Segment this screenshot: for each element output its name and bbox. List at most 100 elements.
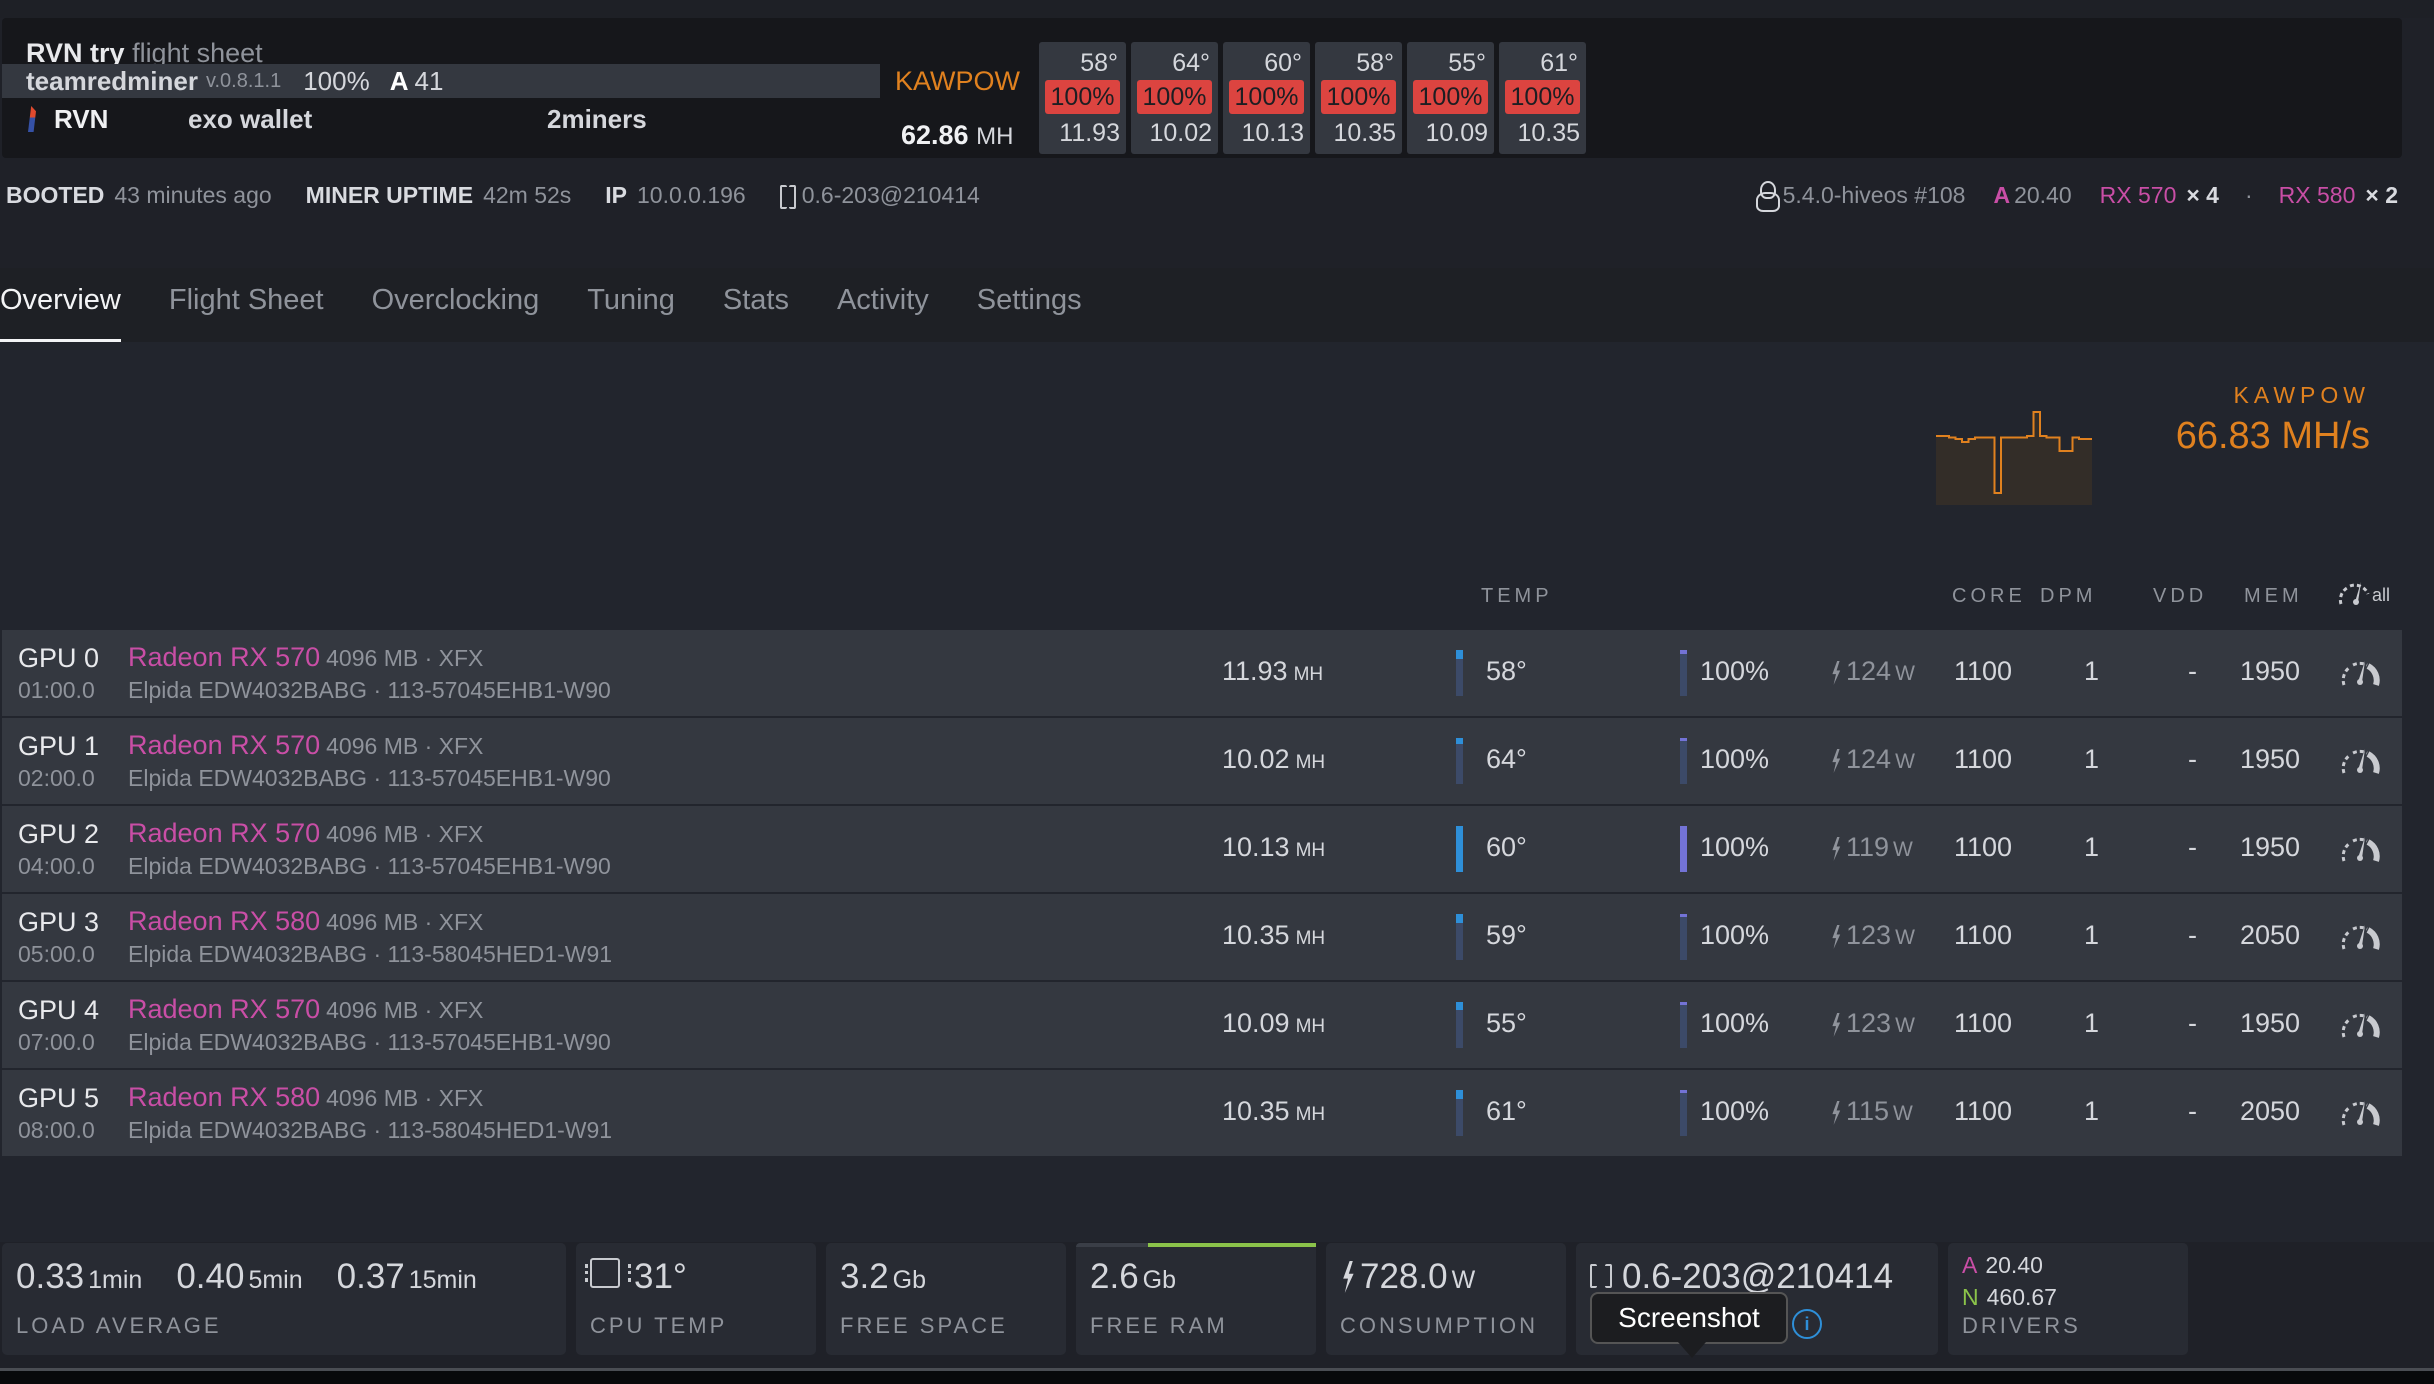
- gpu-summary-card[interactable]: 64° 100% 10.02: [1131, 42, 1218, 154]
- tab-stats[interactable]: Stats: [723, 268, 789, 342]
- algo-label: KAWPOW: [895, 66, 1020, 96]
- hashrate-total: 66.83 MH/s: [2175, 415, 2370, 457]
- temp-level-fill: [1456, 650, 1463, 660]
- tab-settings[interactable]: Settings: [977, 268, 1082, 342]
- power-icon: [1832, 924, 1841, 949]
- temp-level-bar: [1456, 826, 1463, 872]
- gpu-memory-info: Elpida EDW4032BABG · 113-57045EHB1-W90: [128, 677, 611, 703]
- gpu-mem-clock: 2050: [2240, 920, 2301, 950]
- gpu-row[interactable]: GPU 4 07:00.0 Radeon RX 570 4096 MB · XFX…: [2, 982, 2402, 1068]
- tab-tuning[interactable]: Tuning: [587, 268, 675, 342]
- pool-name: 2miners: [547, 103, 647, 134]
- hashrate-sparkline[interactable]: [1936, 405, 2092, 505]
- gpu-core-clock: 1100: [1954, 744, 2013, 774]
- gpu-mem-clock: 1950: [2240, 832, 2301, 862]
- tab-flight-sheet[interactable]: Flight Sheet: [169, 268, 324, 342]
- gpu-row[interactable]: GPU 2 04:00.0 Radeon RX 570 4096 MB · XFX…: [2, 806, 2402, 892]
- gpu-hashrate: 11.93 MH: [1222, 656, 1323, 687]
- speedometer-icon[interactable]: [2340, 746, 2380, 774]
- speedometer-icon[interactable]: [2340, 922, 2380, 950]
- gpu-model: Radeon RX 570 4096 MB · XFX: [128, 730, 483, 761]
- gpu-summary-card[interactable]: 61° 100% 10.35: [1499, 42, 1586, 154]
- tab-activity[interactable]: Activity: [837, 268, 929, 342]
- cpu-temp-label: CPU TEMP: [590, 1313, 728, 1338]
- kernel-version: 5.4.0-hiveos #108: [1782, 181, 1966, 208]
- gpu-details: 4096 MB · XFX: [326, 909, 484, 935]
- amd-driver-version: 20.40: [2014, 181, 2072, 208]
- gpu-row[interactable]: GPU 1 02:00.0 Radeon RX 570 4096 MB · XFX…: [2, 718, 2402, 804]
- gpu-power-unit: W: [1895, 662, 1915, 685]
- gpu-summary-temp: 61°: [1540, 49, 1578, 77]
- gpu-model-name: Radeon RX 580: [128, 1082, 321, 1112]
- gpu-details: 4096 MB · XFX: [326, 997, 484, 1023]
- gpu-summary-hash: 10.35: [1517, 119, 1580, 147]
- gpu-model: Radeon RX 570 4096 MB · XFX: [128, 642, 483, 673]
- power-icon: [1832, 1100, 1841, 1125]
- load-1min: 0.33: [16, 1257, 85, 1296]
- tab-overclocking[interactable]: Overclocking: [372, 268, 540, 342]
- temp-level-bar: [1456, 1002, 1463, 1048]
- free-ram-card: 2.6 Gb FREE RAM: [1076, 1243, 1316, 1355]
- gpu-power-value: 124: [1846, 744, 1892, 774]
- load-15min-unit: 15min: [408, 1266, 477, 1294]
- power-icon: [1343, 1261, 1354, 1293]
- gpu-model-name: Radeon RX 580: [128, 906, 321, 936]
- gpu-hashrate-unit: MH: [1293, 664, 1324, 685]
- gpu-vdd: -: [2188, 744, 2197, 774]
- gpu-core-clock: 1100: [1954, 832, 2013, 862]
- gpu-dpm: 1: [2084, 656, 2100, 686]
- ip-value[interactable]: 10.0.0.196: [637, 182, 746, 209]
- nvidia-label: N: [1962, 1284, 1979, 1310]
- rig-header-card: RVN try flight sheet teamredminer v.0.8.…: [2, 18, 2402, 158]
- tab-overview[interactable]: Overview: [0, 268, 121, 342]
- cpu-temp-card: 31° CPU TEMP: [576, 1243, 816, 1355]
- gpu-summary-card[interactable]: 58° 100% 10.35: [1315, 42, 1402, 154]
- accepted-shares: 41: [414, 65, 444, 96]
- separator-dot: ·: [2244, 181, 2253, 208]
- gpu-hashrate: 10.35 MH: [1222, 920, 1325, 951]
- ram-usage-bar: [1076, 1243, 1316, 1247]
- amd-driver-label: A: [1993, 181, 2011, 208]
- col-mem: MEM: [2244, 585, 2303, 607]
- consumption-card: 728.0 W CONSUMPTION: [1326, 1243, 1566, 1355]
- fan-level-bar: [1680, 1002, 1687, 1048]
- gpu-index: GPU 0: [18, 643, 100, 673]
- speedometer-icon[interactable]: [2340, 1010, 2380, 1038]
- drivers-card: A 20.40 N 460.67 DRIVERS: [1948, 1243, 2188, 1355]
- gpu-summary-card[interactable]: 55° 100% 10.09: [1407, 42, 1494, 154]
- gpu-summary-card[interactable]: 60° 100% 10.13: [1223, 42, 1310, 154]
- consumption-value: 728.0: [1360, 1257, 1448, 1296]
- col-vdd: VDD: [2153, 585, 2208, 607]
- gpu-summary-hash: 10.13: [1241, 119, 1304, 147]
- rig-stats-bar: 0.33 1min 0.40 5min 0.37 15min LOAD AVERAGE…: [2, 1243, 2188, 1355]
- gpu-fan: 100%: [1700, 832, 1770, 862]
- miner-version: v.0.8.1.1: [205, 69, 282, 92]
- temp-level-fill: [1456, 1002, 1463, 1011]
- gpu-hashrate: 10.02 MH: [1222, 744, 1325, 775]
- speedometer-icon[interactable]: [2340, 834, 2380, 862]
- gpu-vdd: -: [2188, 656, 2197, 686]
- gpu-memory-info: Elpida EDW4032BABG · 113-58045HED1-W91: [128, 1117, 613, 1143]
- gpu-details: 4096 MB · XFX: [326, 821, 484, 847]
- info-icon[interactable]: i: [1792, 1309, 1822, 1339]
- gpu-summary-card[interactable]: 58° 100% 11.93: [1039, 42, 1126, 154]
- cpu-chip-icon: [585, 1258, 631, 1288]
- rig-tabs: Overview Flight Sheet Overclocking Tunin…: [0, 268, 2434, 342]
- gpu-hashrate-value: 10.35: [1222, 1096, 1290, 1126]
- gpu-table: GPU 0 01:00.0 Radeon RX 570 4096 MB · XFX…: [2, 630, 2402, 1158]
- gpu-core-clock: 1100: [1954, 1008, 2013, 1038]
- gpu-hashrate-unit: MH: [1295, 1016, 1326, 1037]
- gpu-hashrate: 10.13 MH: [1222, 832, 1325, 863]
- gpu-row[interactable]: GPU 0 01:00.0 Radeon RX 570 4096 MB · XFX…: [2, 630, 2402, 716]
- gpu-row[interactable]: GPU 5 08:00.0 Radeon RX 580 4096 MB · XFX…: [2, 1070, 2402, 1156]
- gpu-row[interactable]: GPU 3 05:00.0 Radeon RX 580 4096 MB · XFX…: [2, 894, 2402, 980]
- speedometer-icon[interactable]: [2340, 658, 2380, 686]
- oc-all-button[interactable]: all: [2338, 580, 2390, 606]
- gpu-temp: 55°: [1486, 1008, 1527, 1038]
- speedometer-icon[interactable]: [2340, 1098, 2380, 1126]
- hive-version-value: 0.6-203@210414: [1622, 1257, 1894, 1296]
- gpu-hashrate-value: 10.09: [1222, 1008, 1290, 1038]
- gpu-type-model: RX 580: [2278, 181, 2356, 208]
- gpu-hashrate-unit: MH: [1295, 752, 1326, 773]
- gpu-details: 4096 MB · XFX: [326, 733, 484, 759]
